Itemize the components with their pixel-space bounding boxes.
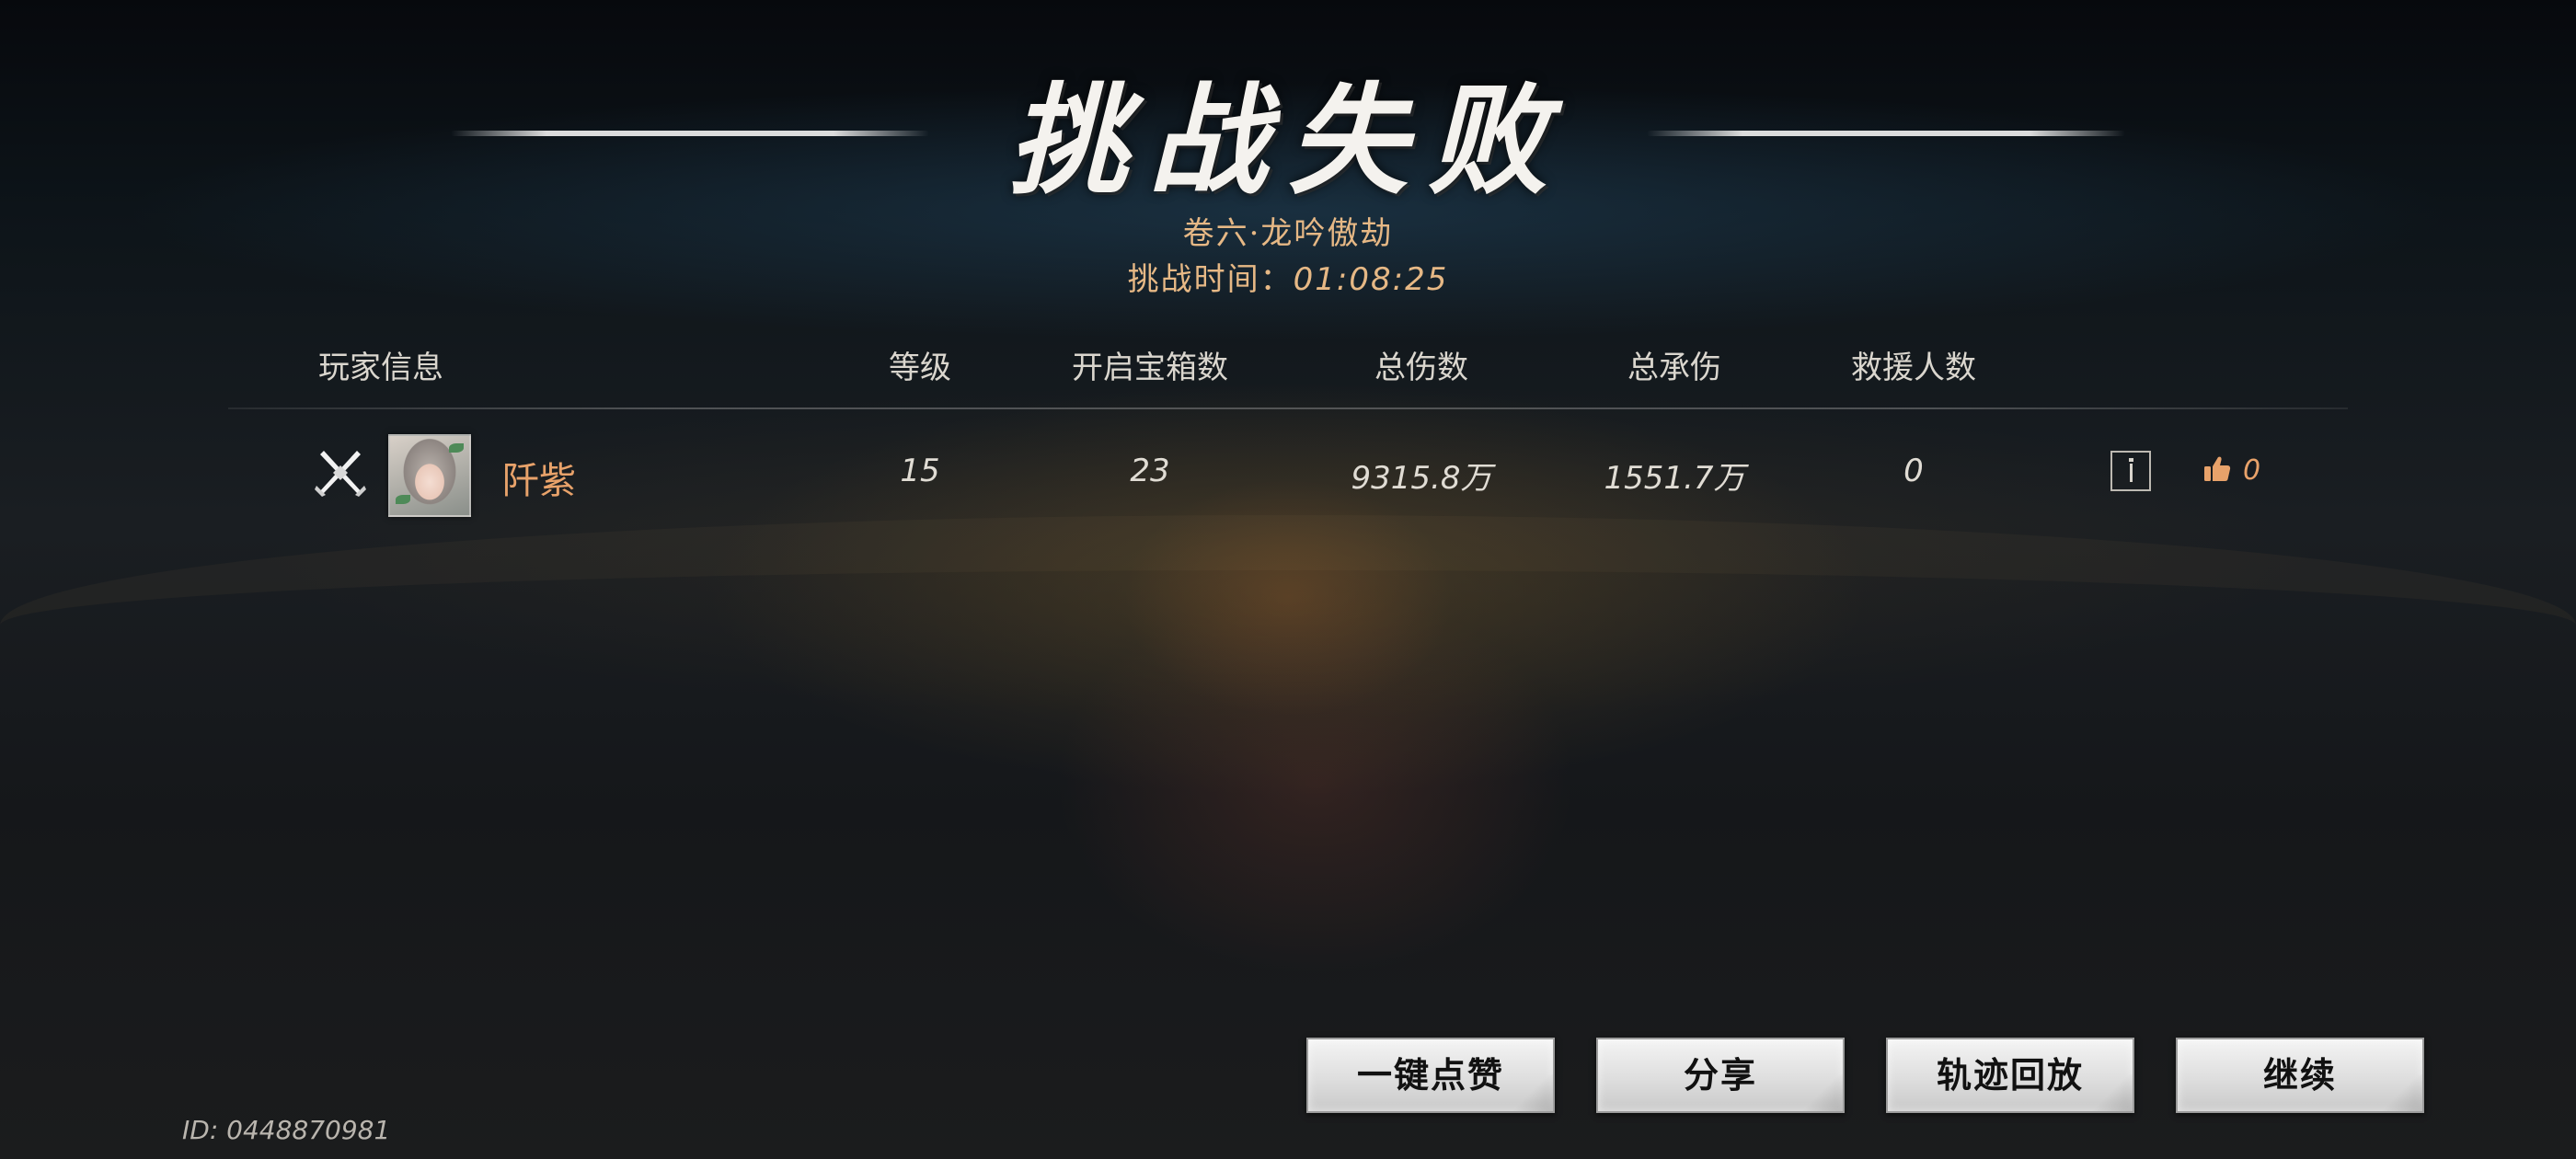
crossed-swords-icon [315,451,366,497]
like-count: 0 [2243,454,2261,487]
table-row: 阡紫 15 23 9315.8万 1551.7万 0 0 [0,432,2576,517]
like-all-button[interactable]: 一键点赞 [1306,1038,1555,1113]
player-id: ID: 0448870981 [182,1115,391,1145]
info-icon-dot [2129,458,2133,462]
title-line-left [451,131,929,136]
cell-chests-opened: 23 [1130,453,1170,489]
avatar[interactable] [388,434,471,517]
cell-level: 15 [900,453,940,489]
info-icon-bar [2130,464,2133,482]
cell-damage-taken: 1551.7万 [1604,460,1745,497]
challenge-time-value: 01:08:25 [1293,261,1449,298]
header-player-info: 玩家信息 [318,350,443,386]
avatar-leaf-decoration [396,495,410,504]
cell-total-damage: 9315.8万 [1351,460,1492,497]
replay-button[interactable]: 轨迹回放 [1886,1038,2134,1113]
player-info-button[interactable] [2110,451,2151,491]
header-damage-taken: 总承伤 [1627,350,1721,386]
header-rescues: 救援人数 [1851,350,1976,386]
cell-rescues: 0 [1903,453,1924,489]
header-total-damage: 总伤数 [1374,350,1468,386]
title-line-right [1647,131,2125,136]
header-chests-opened: 开启宝箱数 [1072,350,1228,386]
page-title: 挑战失败 [1007,70,1568,211]
thumbs-up-icon [2204,456,2231,481]
title-banner: 挑战失败 [0,35,2576,211]
challenge-time: 挑战时间：01:08:25 [0,254,2576,299]
table-divider [228,407,2348,409]
table-header: 玩家信息 等级 开启宝箱数 总伤数 总承伤 救援人数 [0,342,2576,394]
share-button[interactable]: 分享 [1596,1038,1845,1113]
player-name[interactable]: 阡紫 [502,451,576,504]
avatar-leaf-decoration [449,443,464,453]
stage-name: 卷六·龙吟傲劫 [1182,215,1394,252]
challenge-time-label: 挑战时间： [1127,261,1294,298]
header-level: 等级 [889,350,951,386]
continue-button[interactable]: 继续 [2176,1038,2424,1113]
